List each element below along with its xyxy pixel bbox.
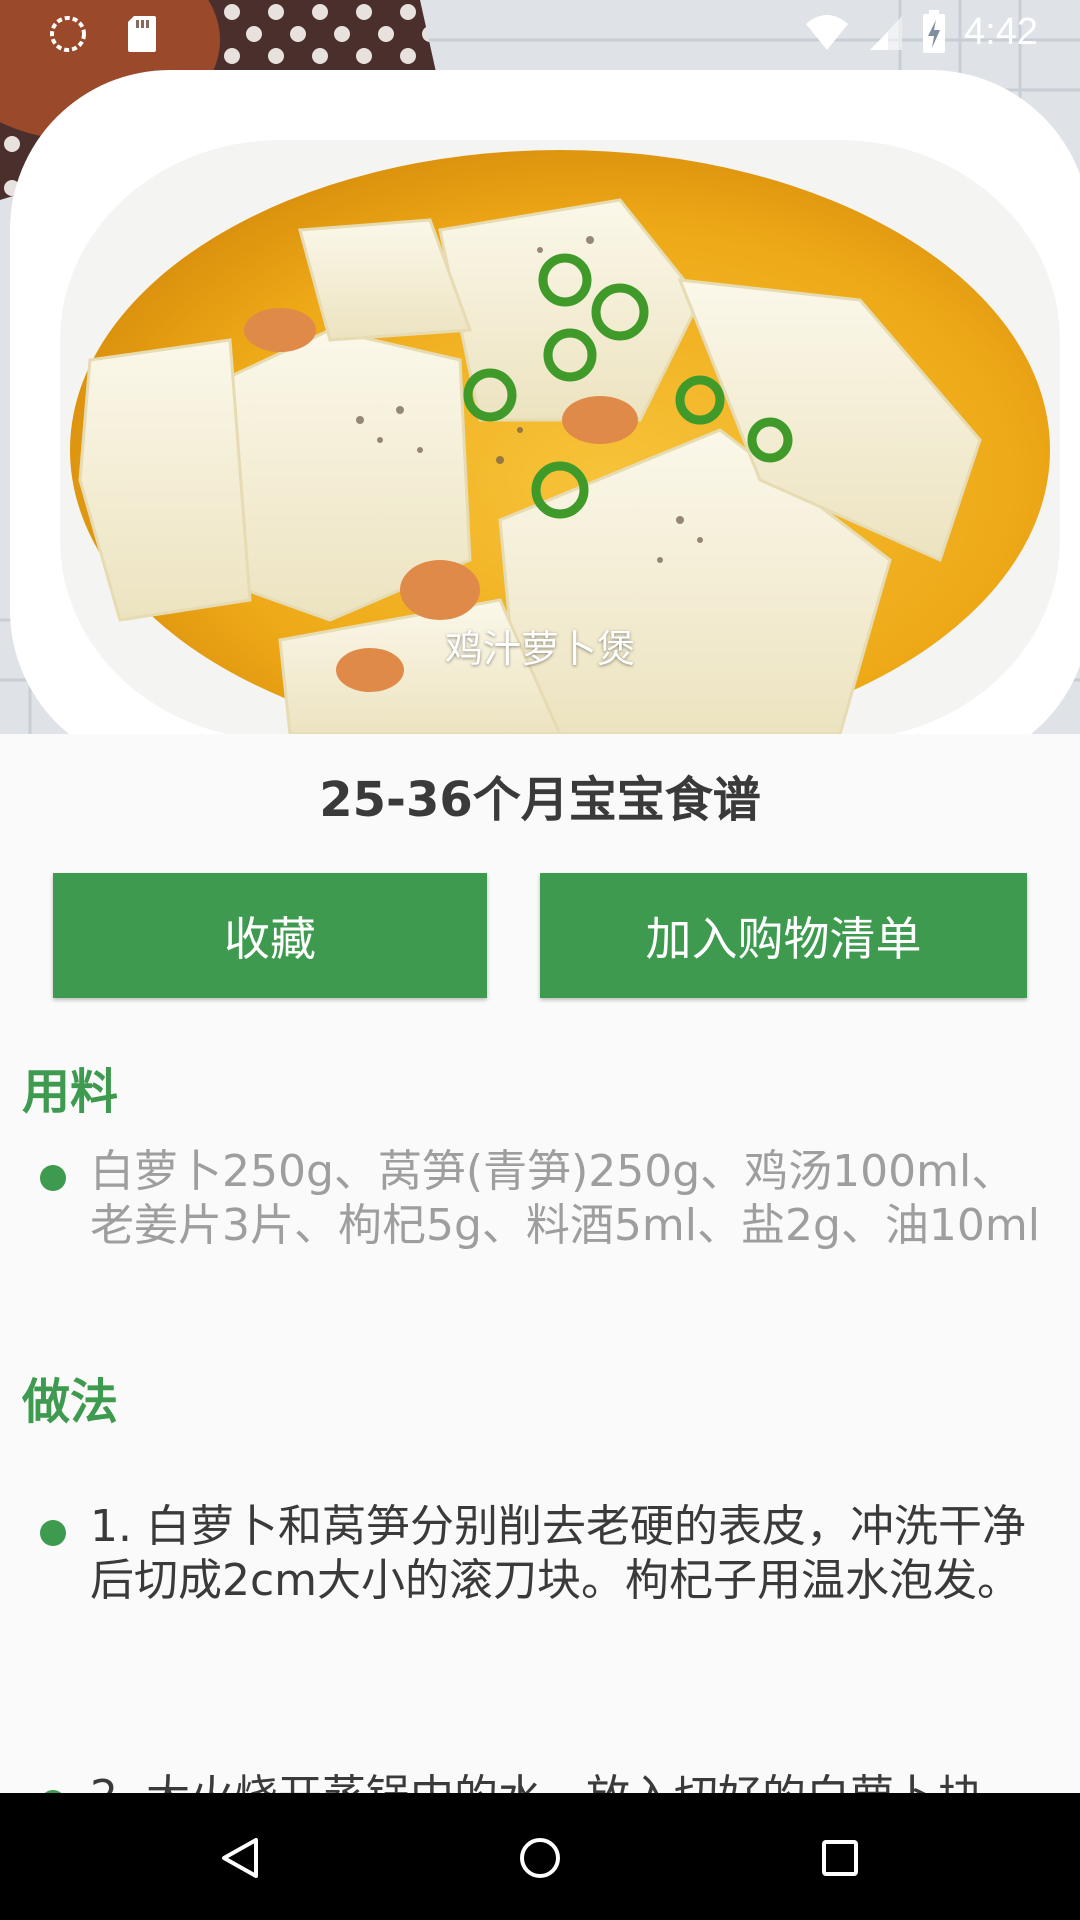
ingredients-heading: 用料: [22, 1064, 119, 1120]
signal-icon: [870, 16, 903, 50]
system-navigation-bar: [0, 1793, 1080, 1920]
circle-home-icon: [520, 1838, 560, 1878]
ingredient-text: 白萝卜250g、莴笋(青笋)250g、鸡汤100ml、老姜片3片、枸杞5g、料酒…: [90, 1146, 1040, 1251]
method-step-item: 1. 白萝卜和莴笋分别削去老硬的表皮，冲洗干净后切成2cm大小的滚刀块。枸杞子用…: [40, 1500, 1050, 1608]
nav-back-button[interactable]: [205, 1823, 275, 1893]
bullet-dot: [40, 1520, 66, 1546]
sync-icon: [50, 16, 86, 52]
ingredient-list-item: 白萝卜250g、莴笋(青笋)250g、鸡汤100ml、老姜片3片、枸杞5g、料酒…: [40, 1145, 1050, 1253]
dish-name-caption: 鸡汁萝卜煲: [444, 627, 635, 671]
recipe-hero-image: 鸡汁萝卜煲: [0, 0, 1080, 734]
method-heading: 做法: [22, 1374, 119, 1430]
back-button[interactable]: [48, 104, 108, 164]
chevron-left-icon: [51, 106, 80, 158]
page-title: 25-36个月宝宝食谱: [319, 772, 761, 828]
nav-home-button[interactable]: [505, 1823, 575, 1893]
add-to-shopping-list-button[interactable]: 加入购物清单: [540, 873, 1027, 998]
recipe-detail-screen: 鸡汁萝卜煲 4:42 25-36个月宝宝食谱 收藏 加入购物清单 用料 白萝卜2…: [0, 0, 1080, 1920]
wifi-icon: [806, 15, 849, 50]
sd-card-icon: [128, 16, 156, 52]
method-step-text: 1. 白萝卜和莴笋分别削去老硬的表皮，冲洗干净后切成2cm大小的滚刀块。枸杞子用…: [90, 1501, 1026, 1606]
battery-charging-icon: [923, 10, 946, 53]
favorite-button[interactable]: 收藏: [53, 873, 487, 998]
status-time: 4:42: [964, 10, 1038, 53]
bullet-dot: [40, 1165, 66, 1191]
square-recents-icon: [822, 1840, 858, 1876]
triangle-back-icon: [222, 1838, 258, 1878]
nav-recents-button[interactable]: [805, 1823, 875, 1893]
status-bar: 4:42: [0, 0, 1080, 64]
